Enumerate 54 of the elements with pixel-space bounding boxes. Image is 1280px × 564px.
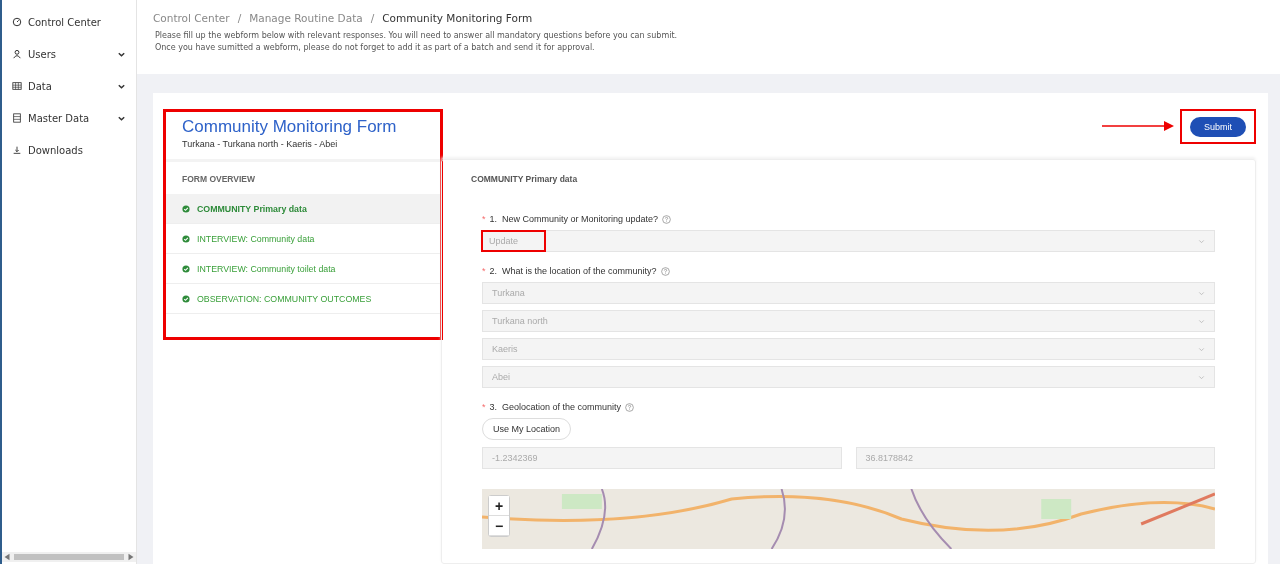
form-title: Community Monitoring Form	[181, 116, 398, 137]
form-subtitle: Turkana - Turkana north - Kaeris - Abei	[165, 137, 441, 162]
breadcrumb-separator: /	[370, 12, 375, 24]
section-title: COMMUNITY Primary data	[471, 174, 579, 184]
download-icon	[12, 145, 22, 155]
form-section-item[interactable]: OBSERVATION: COMMUNITY OUTCOMES	[165, 284, 441, 314]
form-section-item[interactable]: INTERVIEW: Community toilet data	[165, 254, 441, 284]
instruction-text: Once you have sumitted a webform, please do not forget to add it as part of a batch and send it for approval.	[154, 42, 596, 54]
submit-button[interactable]: Submit	[1190, 116, 1246, 137]
help-icon[interactable]	[625, 402, 635, 412]
select-field[interactable]: Kaeris	[482, 338, 1215, 360]
help-icon[interactable]	[662, 214, 672, 224]
sidebar-item[interactable]: Users	[2, 38, 136, 70]
annotation-arrow	[1102, 120, 1174, 132]
form-section-item[interactable]: INTERVIEW: Community data	[165, 224, 441, 254]
required-asterisk: *	[482, 214, 486, 224]
user-icon	[12, 49, 22, 59]
select-value: Turkana	[491, 287, 526, 300]
select-value: Abei	[491, 371, 511, 384]
scroll-right-arrow-icon[interactable]	[126, 552, 136, 562]
coordinate-field[interactable]: -1.2342369	[482, 447, 842, 469]
question-label: 2. What is the location of the community?	[489, 266, 657, 276]
use-location-button[interactable]: Use My Location	[482, 418, 572, 440]
select-field[interactable]: Turkana	[482, 282, 1215, 304]
breadcrumb-link[interactable]: Control Center	[153, 12, 230, 24]
list-icon	[12, 113, 22, 123]
required-asterisk: *	[482, 266, 486, 276]
select-value: Turkana north	[491, 315, 549, 328]
breadcrumb-current: Community Monitoring Form	[382, 12, 533, 24]
help-icon[interactable]	[660, 266, 670, 276]
sidebar-item[interactable]: Control Center	[2, 6, 136, 38]
form-section-item[interactable]: COMMUNITY Primary data	[165, 194, 441, 224]
select-field[interactable]: Abei	[482, 366, 1215, 388]
question-label: 3. Geolocation of the community	[489, 402, 622, 412]
question-label: 1. New Community or Monitoring update?	[489, 214, 659, 224]
select-field[interactable]: Update	[482, 230, 1215, 252]
select-value: Update	[483, 232, 545, 250]
table-icon	[12, 81, 22, 91]
breadcrumb-separator: /	[237, 12, 242, 24]
breadcrumb-link[interactable]: Manage Routine Data	[249, 12, 363, 24]
overview-heading: FORM OVERVIEW	[181, 173, 257, 186]
instruction-text: Please fill up the webform below with relevant responses. You will need to answer all mandatory questions before you can submit.	[154, 30, 679, 42]
gauge-icon	[12, 17, 22, 27]
map-placeholder[interactable]	[482, 489, 1215, 549]
select-value: Kaeris	[491, 343, 519, 356]
required-asterisk: *	[482, 402, 486, 412]
sidebar-item[interactable]: Master Data	[2, 102, 136, 134]
select-field[interactable]: Turkana north	[482, 310, 1215, 332]
scrollbar[interactable]	[2, 552, 136, 562]
zoom-in-button[interactable]: +	[489, 496, 509, 516]
sidebar-item[interactable]: Downloads	[2, 134, 136, 166]
scroll-left-arrow-icon[interactable]	[2, 552, 12, 562]
sidebar-item[interactable]: Data	[2, 70, 136, 102]
coordinate-field[interactable]: 36.8178842	[855, 447, 1215, 469]
